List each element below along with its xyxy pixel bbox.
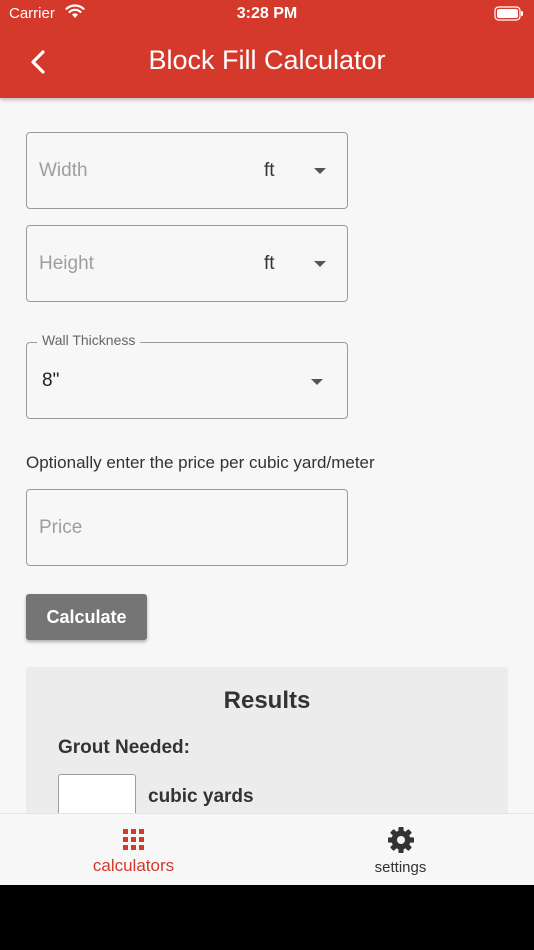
- clock: 3:28 PM: [236, 5, 298, 22]
- width-placeholder: Width: [39, 160, 88, 181]
- grid-icon: [120, 826, 146, 857]
- chevron-down-icon[interactable]: [311, 379, 323, 385]
- tab-calculators-label: calculators: [92, 856, 175, 875]
- chevron-down-icon[interactable]: [314, 168, 326, 174]
- home-indicator-area: [0, 885, 534, 950]
- wall-thickness-select[interactable]: Wall Thickness 8": [26, 332, 348, 419]
- results-panel: Results Grout Needed: cubic yards: [26, 667, 508, 813]
- page-title: Block Fill Calculator: [148, 45, 386, 75]
- price-input[interactable]: Price: [26, 489, 348, 566]
- gear-icon: [387, 826, 415, 859]
- chevron-down-icon[interactable]: [314, 261, 326, 267]
- tab-calculators[interactable]: calculators: [0, 814, 267, 886]
- price-hint: Optionally enter the price per cubic yar…: [26, 453, 375, 472]
- calculate-button[interactable]: Calculate: [26, 594, 147, 640]
- tab-settings[interactable]: settings: [267, 814, 534, 886]
- width-input[interactable]: Width ft: [26, 132, 348, 209]
- cubic-yards-label: cubic yards: [148, 786, 254, 807]
- width-unit-select[interactable]: ft: [264, 160, 275, 182]
- height-input[interactable]: Height ft: [26, 225, 348, 302]
- wall-thickness-value: 8": [42, 370, 60, 391]
- height-unit-select[interactable]: ft: [264, 253, 275, 275]
- tab-bar: calculators settings: [0, 813, 534, 885]
- tab-settings-label: settings: [374, 859, 427, 876]
- wall-thickness-label: Wall Thickness: [37, 332, 141, 348]
- price-placeholder: Price: [39, 517, 83, 538]
- grout-needed-label: Grout Needed:: [58, 737, 190, 758]
- status-bar: Carrier 3:28 PM: [0, 0, 534, 28]
- app-header: Carrier 3:28 PM Block Fill Calculator: [0, 0, 534, 98]
- battery-icon: [494, 6, 524, 26]
- results-title: Results: [223, 687, 311, 714]
- height-placeholder: Height: [39, 253, 94, 274]
- grout-result-value: [58, 774, 136, 813]
- calculator-form: Width ft Height ft Wall Thickness 8" Opt…: [0, 98, 534, 813]
